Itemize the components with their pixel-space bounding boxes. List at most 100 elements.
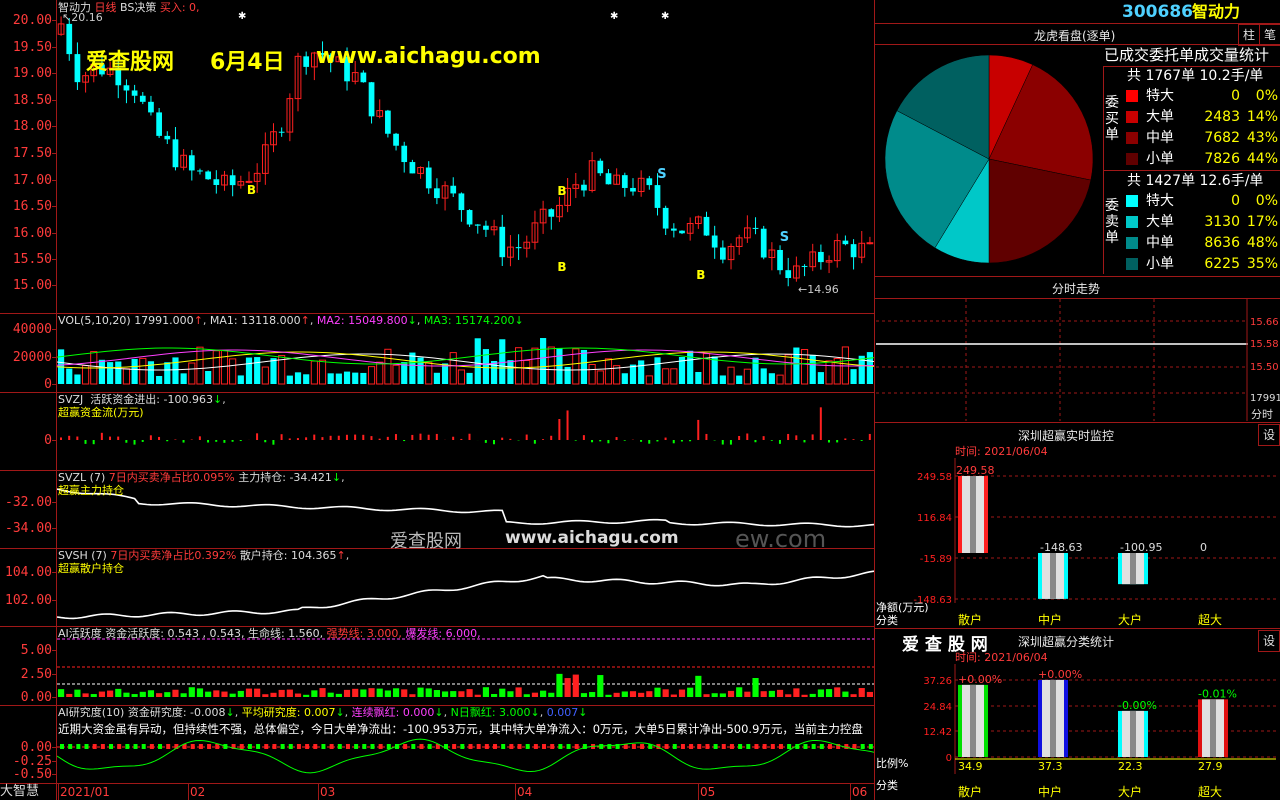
- research-bar: [542, 744, 547, 749]
- candle-body: [483, 225, 489, 230]
- research-bar: [705, 744, 710, 749]
- activity-bar: [115, 688, 122, 697]
- column-button[interactable]: 柱: [1238, 24, 1260, 46]
- monitor-category: 大户: [1118, 612, 1142, 627]
- header-name: 智动力: [1192, 2, 1241, 21]
- flow-bar: [215, 440, 218, 442]
- volume-bar: [196, 346, 204, 385]
- flow-bar: [852, 439, 855, 440]
- flow-bar: [109, 436, 112, 440]
- class-time: 时间: 2021/06/04: [955, 651, 1048, 664]
- class-value: 37.3: [1038, 760, 1063, 773]
- research-bar: [321, 744, 326, 749]
- class-settings-button[interactable]: 设: [1258, 630, 1280, 652]
- volume-bar: [220, 350, 229, 385]
- flow-bar: [746, 433, 749, 440]
- tick-button[interactable]: 笔: [1259, 24, 1280, 46]
- monitor-time: 时间: 2021/06/04: [955, 445, 1048, 458]
- activity-bar: [343, 689, 351, 697]
- activity-bar: [368, 688, 375, 697]
- flow-bar: [680, 440, 683, 442]
- activity-bar: [662, 689, 669, 697]
- class-tick: 12.42: [923, 727, 952, 738]
- y-tick-label: 0.00: [20, 740, 52, 755]
- svzl-legend: SVZL (7) 7日内买卖净占比0.095% 主力持仓: -34.421↓,: [58, 471, 345, 484]
- activity-bar: [237, 690, 244, 697]
- flow-bar: [770, 440, 773, 441]
- flow-bar: [68, 435, 71, 440]
- monitor-tick: 249.58: [917, 472, 952, 483]
- activity-bar: [172, 689, 179, 697]
- volume-bar: [327, 373, 334, 384]
- y-tick-label: 20000: [12, 350, 52, 365]
- activity-bar: [392, 688, 400, 697]
- flow-bar: [844, 438, 847, 440]
- y-tick-label: 15.00: [12, 278, 52, 293]
- order-pie-chart[interactable]: [876, 45, 1104, 275]
- flow-bar: [239, 440, 242, 442]
- bar-center: [1130, 553, 1136, 585]
- volume-bar: [588, 363, 596, 385]
- research-bar: [460, 744, 465, 749]
- monitor-settings-button[interactable]: 设: [1258, 424, 1280, 446]
- class-bar-chart[interactable]: 37.26 24.84 12.42 0 +0.00% 34.9 散户 +0.00% 37.3 中户…: [876, 664, 1280, 800]
- monitor-bar-chart[interactable]: 249.58116.84-15.89-148.63249.58散户-148.63…: [876, 458, 1280, 628]
- order-name: 小单: [1146, 256, 1174, 272]
- ai-legend: AI活跃度 资金活跃度: 0.543 , 0.543, 生命线: 1.560, …: [58, 627, 481, 640]
- timeshare-chart[interactable]: [876, 299, 1248, 421]
- flow-bar: [836, 440, 839, 443]
- candle-body: [74, 54, 81, 83]
- y-tick-label: 102.00: [5, 593, 52, 608]
- research-bar: [149, 744, 154, 749]
- flow-bar: [198, 436, 201, 440]
- flow-bar: [427, 434, 430, 440]
- monitor-category: 散户: [958, 612, 982, 627]
- volume-bar: [604, 358, 613, 385]
- volume-bar: [817, 372, 824, 384]
- flow-bar: [623, 440, 626, 441]
- activity-bar: [384, 690, 391, 697]
- activity-bar: [605, 694, 612, 697]
- research-bar: [329, 744, 334, 749]
- activity-bar: [147, 690, 155, 697]
- research-bar: [803, 744, 808, 749]
- activity-bar: [719, 693, 726, 697]
- order-name: 小单: [1146, 151, 1174, 167]
- volume-bar: [392, 364, 400, 385]
- research-bar: [386, 744, 391, 749]
- volume-bar: [499, 339, 506, 384]
- activity-bar: [744, 691, 751, 697]
- volume-bar: [286, 375, 293, 384]
- activity-bar: [131, 694, 138, 697]
- volume-bar: [687, 350, 694, 384]
- y-tick-label: -32.00: [5, 495, 52, 510]
- flow-bar: [868, 433, 871, 440]
- activity-bar: [621, 691, 628, 697]
- flow-bar: [803, 440, 806, 443]
- holding-line: [56, 570, 875, 620]
- y-tick-label: 16.50: [12, 199, 52, 214]
- candle-body: [188, 155, 195, 171]
- activity-bar: [866, 691, 873, 697]
- class-change: +0.00%: [1038, 668, 1082, 681]
- flow-bar: [468, 433, 471, 440]
- research-bar: [272, 744, 277, 749]
- research-bar: [550, 744, 555, 749]
- volume-bar: [784, 354, 792, 385]
- flow-bar: [819, 407, 822, 440]
- star-mark: ✱: [610, 11, 618, 22]
- y-tick-label: 16.00: [12, 226, 52, 241]
- class-change: -0.00%: [1118, 699, 1157, 712]
- flow-bar: [754, 440, 757, 443]
- candle-body: [278, 131, 285, 133]
- research-bar: [631, 744, 636, 749]
- volume-bar: [164, 362, 171, 384]
- candle-body: [466, 210, 473, 225]
- flow-bar: [435, 433, 438, 440]
- activity-bar: [809, 693, 816, 697]
- research-bar: [190, 744, 195, 749]
- research-bar: [158, 744, 163, 749]
- order-pct: 14%: [1246, 109, 1278, 125]
- candle-body: [719, 247, 726, 260]
- y-tick-label: 19.00: [12, 66, 52, 81]
